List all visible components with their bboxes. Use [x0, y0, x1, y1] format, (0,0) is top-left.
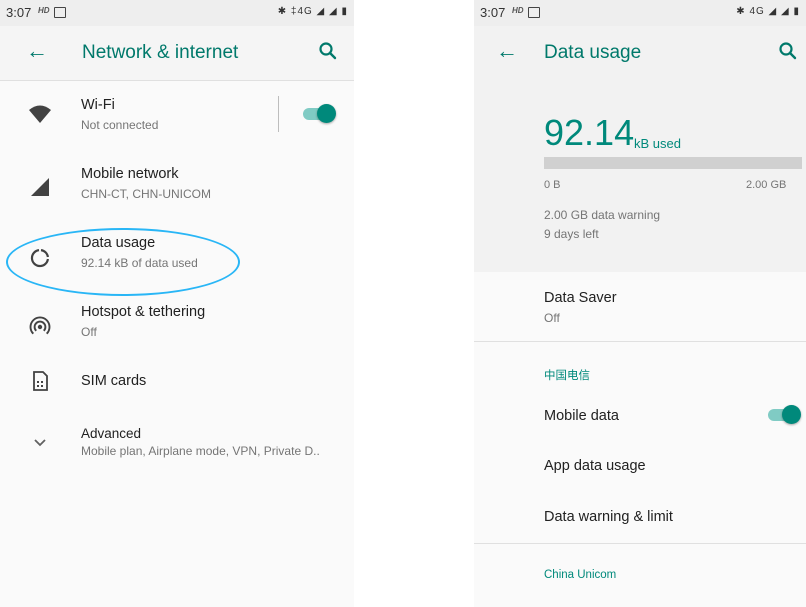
search-icon[interactable] [776, 39, 800, 63]
sim2-section-header: China Unicom [544, 569, 617, 581]
mobile-data-item[interactable]: Mobile data [474, 395, 806, 435]
sim1-section-header: 中国电信 [544, 370, 590, 382]
data-saver-subtitle: Off [544, 311, 560, 325]
app-bar: ← Data usage [474, 26, 806, 80]
used-value: 92.14 [544, 112, 635, 153]
list-item-wifi[interactable]: Wi-Fi Not connected [0, 88, 354, 148]
mobile-network-subtitle: CHN-CT, CHN-UNICOM [81, 187, 211, 201]
system-icons: ✱ 4G ◢ ◢ ▮ [736, 6, 800, 17]
divider [278, 96, 279, 132]
arrow-back-icon[interactable]: ← [26, 40, 48, 62]
status-time: 3:07 [480, 5, 506, 20]
used-unit: kB used [634, 136, 681, 151]
mobile-data-title: Mobile data [544, 408, 619, 424]
hotspot-subtitle: Off [81, 325, 97, 339]
data-saver-item[interactable]: Data Saver Off [474, 280, 806, 340]
hd-indicator: HD [512, 6, 524, 15]
status-time: 3:07 [6, 5, 32, 20]
data-warning-limit-title: Data warning & limit [544, 509, 673, 525]
advanced-title: Advanced [81, 426, 142, 441]
list-item-sim-cards[interactable]: SIM cards [0, 364, 354, 404]
network-internet-screen: 3:07 HD ✱ ‡4G ◢ ◢ ▮ ← Network & internet… [0, 0, 354, 607]
wifi-icon [29, 105, 51, 123]
wifi-subtitle: Not connected [81, 118, 159, 132]
system-icons: ✱ ‡4G ◢ ◢ ▮ [277, 6, 348, 17]
usage-progress-bar [544, 157, 802, 169]
status-bar: 3:07 HD ✱ ‡4G ◢ ◢ ▮ [0, 0, 354, 26]
app-data-usage-item[interactable]: App data usage [474, 448, 806, 488]
data-usage-screen: 3:07 HD ✱ 4G ◢ ◢ ▮ ← Data usage 92.14 kB… [474, 0, 806, 607]
list-item-hotspot[interactable]: Hotspot & tethering Off [0, 295, 354, 355]
chevron-down-icon [34, 439, 46, 447]
search-icon[interactable] [316, 39, 340, 63]
list-item-mobile-network[interactable]: Mobile network CHN-CT, CHN-UNICOM [0, 157, 354, 217]
advanced-subtitle: Mobile plan, Airplane mode, VPN, Private… [81, 444, 320, 458]
cell-signal-icon [31, 178, 49, 196]
data-saver-title: Data Saver [544, 290, 617, 306]
mobile-data-toggle[interactable] [766, 403, 802, 427]
wifi-title: Wi-Fi [81, 97, 115, 113]
hd-indicator: HD [38, 6, 50, 15]
data-warning-text: 2.00 GB data warning [544, 208, 661, 222]
page-title: Network & internet [82, 42, 239, 63]
list-item-advanced[interactable]: Advanced Mobile plan, Airplane mode, VPN… [0, 420, 354, 470]
divider [474, 543, 806, 544]
mobile-network-title: Mobile network [81, 166, 179, 182]
sim-cards-title: SIM cards [81, 373, 147, 389]
app-data-usage-title: App data usage [544, 458, 646, 474]
sim-card-icon [33, 371, 48, 391]
status-bar: 3:07 HD ✱ 4G ◢ ◢ ▮ [474, 0, 806, 26]
divider [474, 341, 806, 342]
wifi-toggle[interactable] [301, 102, 337, 126]
highlight-annotation [6, 228, 240, 296]
data-warning-limit-item[interactable]: Data warning & limit [474, 499, 806, 539]
arrow-back-icon[interactable]: ← [496, 40, 518, 62]
app-bar: ← Network & internet [0, 26, 354, 81]
hotspot-title: Hotspot & tethering [81, 304, 206, 320]
page-title: Data usage [544, 42, 642, 63]
usage-summary: 92.14 kB used 0 B 2.00 GB 2.00 GB data w… [474, 80, 806, 272]
notification-icon [528, 7, 540, 18]
scale-max-label: 2.00 GB [746, 179, 787, 191]
notification-icon [54, 7, 66, 18]
scale-min-label: 0 B [544, 179, 561, 191]
hotspot-icon [29, 316, 51, 335]
days-left-text: 9 days left [544, 227, 599, 241]
